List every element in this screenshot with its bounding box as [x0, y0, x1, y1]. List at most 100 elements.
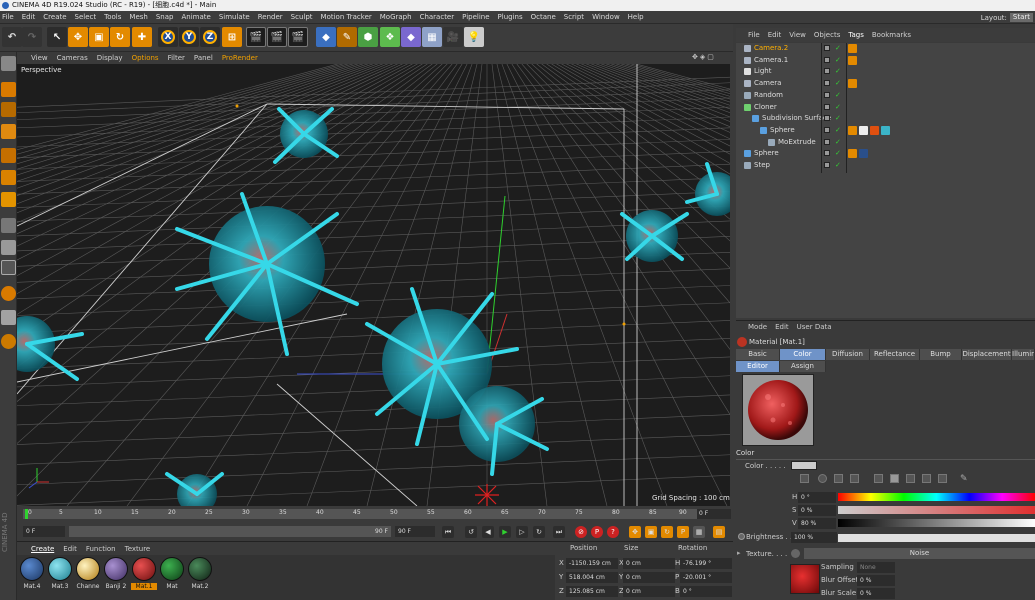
image-color-icon[interactable]: [850, 474, 859, 483]
size-x-field[interactable]: 0 cm: [623, 558, 675, 569]
end-frame-field[interactable]: 90 F: [395, 526, 435, 537]
object-menu-edit[interactable]: Edit: [768, 31, 782, 39]
size-z-field[interactable]: 0 cm: [623, 586, 675, 597]
mixer-icon[interactable]: [922, 474, 931, 483]
color-wheel-icon[interactable]: [818, 474, 827, 483]
enabled-check-icon[interactable]: ✓: [835, 55, 841, 66]
visibility-toggle[interactable]: [824, 138, 830, 145]
menu-mograph[interactable]: MoGraph: [380, 13, 412, 21]
attr-menu-mode[interactable]: Mode: [748, 323, 767, 331]
timeline-ruler[interactable]: 0 5 10 15 20 25 30 35 40 45 50 55 60 65 …: [17, 507, 733, 521]
object-tag-icon[interactable]: [859, 125, 868, 135]
protection-tag-icon[interactable]: [848, 44, 857, 53]
hsv-mode-icon[interactable]: [890, 474, 899, 483]
menu-render[interactable]: Render: [258, 13, 283, 21]
hue-field[interactable]: 0 °: [798, 492, 836, 503]
pen-spline-icon[interactable]: ✎: [337, 27, 357, 47]
object-row[interactable]: Sphere ✓: [736, 125, 1035, 136]
next-frame-icon[interactable]: ▷: [516, 526, 528, 538]
position-key-icon[interactable]: ✥: [629, 526, 641, 538]
texture-shader-button[interactable]: Noise: [804, 548, 1035, 559]
value-field[interactable]: 80 %: [798, 518, 836, 529]
visibility-toggle[interactable]: [824, 80, 830, 87]
tab-illumination[interactable]: Illumin: [1012, 349, 1035, 360]
attr-menu-edit[interactable]: Edit: [775, 323, 789, 331]
menu-sculpt[interactable]: Sculpt: [291, 13, 313, 21]
viewport-menu-view[interactable]: View: [31, 54, 48, 62]
enabled-check-icon[interactable]: ✓: [835, 66, 841, 77]
object-row[interactable]: Cloner ✓: [736, 102, 1035, 113]
material-menu-edit[interactable]: Edit: [63, 545, 77, 553]
object-tag-icon[interactable]: [848, 149, 857, 159]
viewport-menu-display[interactable]: Display: [97, 54, 123, 62]
pla-key-icon[interactable]: ▦: [693, 526, 705, 538]
grid-icon[interactable]: [1, 310, 16, 325]
viewport-menu-prorender[interactable]: ProRender: [222, 54, 258, 62]
x-axis-lock-button[interactable]: X: [158, 27, 178, 47]
menu-motion-tracker[interactable]: Motion Tracker: [321, 13, 372, 21]
tweak-mode-icon[interactable]: [1, 240, 16, 255]
object-tag-icon[interactable]: [848, 125, 857, 135]
enabled-check-icon[interactable]: ✓: [835, 90, 841, 101]
tab-reflectance[interactable]: Reflectance: [870, 349, 920, 360]
object-tag-icon[interactable]: [870, 125, 879, 135]
object-row[interactable]: Camera ✓: [736, 78, 1035, 89]
menu-mesh[interactable]: Mesh: [129, 13, 147, 21]
record-icon[interactable]: ⊘: [575, 526, 587, 538]
hue-slider[interactable]: [838, 493, 1035, 501]
enabled-check-icon[interactable]: ✓: [835, 137, 841, 148]
model-mode-icon[interactable]: [1, 82, 16, 97]
brightness-slider[interactable]: [838, 534, 1035, 542]
tab-bump[interactable]: Bump: [920, 349, 962, 360]
viewport-menu-filter[interactable]: Filter: [168, 54, 185, 62]
material-item[interactable]: Mat.4: [19, 557, 45, 590]
material-menu-function[interactable]: Function: [86, 545, 116, 553]
viewport-menu-panel[interactable]: Panel: [194, 54, 213, 62]
enabled-check-icon[interactable]: ✓: [835, 43, 841, 54]
edges-mode-icon[interactable]: [1, 170, 16, 185]
magnet-icon[interactable]: [1, 286, 16, 301]
rotation-p-field[interactable]: -20.001 °: [680, 572, 732, 583]
position-z-field[interactable]: 125.085 cm: [566, 586, 618, 597]
menu-help[interactable]: Help: [628, 13, 644, 21]
viewport-menu-options[interactable]: Options: [132, 54, 159, 62]
rotation-h-field[interactable]: -76.199 °: [680, 558, 732, 569]
preview-range-slider[interactable]: 90 F: [69, 526, 391, 537]
enabled-check-icon[interactable]: ✓: [835, 113, 841, 124]
visibility-toggle[interactable]: [824, 115, 830, 122]
menu-edit[interactable]: Edit: [22, 13, 36, 21]
eyedropper-icon[interactable]: ✎: [960, 474, 968, 484]
menu-create[interactable]: Create: [43, 13, 66, 21]
material-item[interactable]: Channe: [75, 557, 101, 590]
object-menu-view[interactable]: View: [789, 31, 806, 39]
go-to-start-icon[interactable]: ⏮: [442, 526, 454, 538]
visibility-toggle[interactable]: [824, 103, 830, 110]
value-slider[interactable]: [838, 519, 1035, 527]
object-row[interactable]: Subdivision Surface ✓: [736, 113, 1035, 124]
enabled-check-icon[interactable]: ✓: [835, 160, 841, 171]
menu-file[interactable]: File: [2, 13, 14, 21]
object-row[interactable]: Step ✓: [736, 160, 1035, 171]
object-menu-tags[interactable]: Tags: [848, 31, 864, 39]
workplane-mode-icon[interactable]: [1, 124, 16, 139]
menu-plugins[interactable]: Plugins: [498, 13, 523, 21]
tab-diffusion[interactable]: Diffusion: [826, 349, 870, 360]
enabled-check-icon[interactable]: ✓: [835, 125, 841, 136]
object-menu-bookmarks[interactable]: Bookmarks: [872, 31, 911, 39]
timeline-track[interactable]: [23, 509, 707, 519]
blur-offset-field[interactable]: 0 %: [857, 575, 895, 586]
go-to-end-icon[interactable]: ⏭: [553, 526, 565, 538]
render-view-icon[interactable]: 🎬: [246, 27, 266, 47]
tab-editor[interactable]: Editor: [736, 361, 780, 372]
protection-tag-icon[interactable]: [848, 79, 857, 89]
scale-key-icon[interactable]: ▣: [645, 526, 657, 538]
object-row[interactable]: Camera.2 ✓: [736, 43, 1035, 54]
spiral-icon[interactable]: [1, 334, 16, 349]
menu-simulate[interactable]: Simulate: [219, 13, 250, 21]
texture-expand-icon[interactable]: ▸: [737, 549, 741, 557]
rgb-mode-icon[interactable]: [874, 474, 883, 483]
undo-icon[interactable]: ↶: [2, 27, 22, 47]
perspective-viewport[interactable]: [17, 64, 730, 506]
menu-script[interactable]: Script: [564, 13, 584, 21]
object-row[interactable]: MoExtrude ✓: [736, 137, 1035, 148]
